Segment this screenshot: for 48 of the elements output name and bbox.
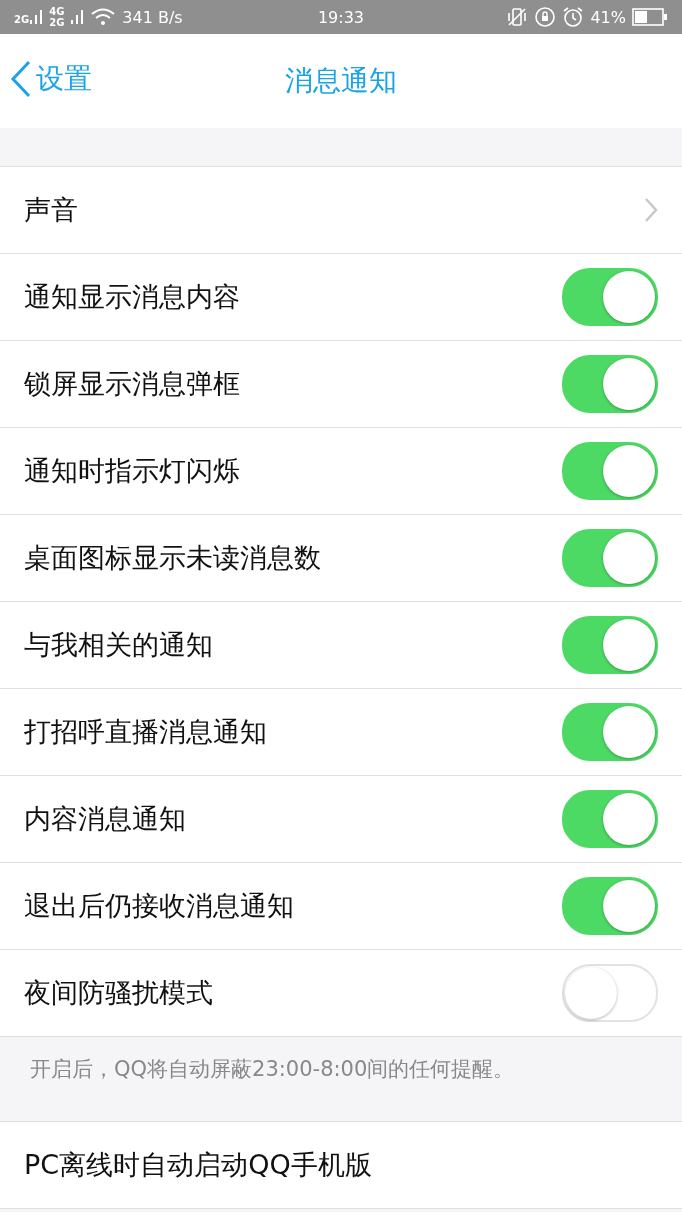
row-label: 锁屏显示消息弹框 (24, 367, 240, 401)
toggle-switch[interactable] (562, 964, 658, 1022)
page-title: 消息通知 (285, 63, 397, 99)
toggle-switch[interactable] (562, 790, 658, 848)
row-label: 退出后仍接收消息通知 (24, 889, 294, 923)
settings-row[interactable]: 与我相关的通知 (0, 602, 682, 689)
toggle-switch[interactable] (562, 442, 658, 500)
network-type: 2G (49, 17, 65, 28)
settings-row[interactable]: 桌面图标显示未读消息数 (0, 515, 682, 602)
network-type: 2G (14, 14, 30, 25)
vibrate-icon (506, 7, 529, 27)
clock: 19:33 (317, 7, 365, 27)
settings-row[interactable]: 声音 (0, 167, 682, 254)
settings-row[interactable]: 打招呼直播消息通知 (0, 689, 682, 776)
alarm-icon (562, 6, 585, 28)
row-label: 桌面图标显示未读消息数 (24, 541, 321, 575)
network-type: 4G (49, 6, 65, 17)
wifi-icon (90, 8, 117, 26)
signal-icon (29, 9, 44, 25)
network-speed: 341 B/s (122, 7, 183, 27)
toggle-switch[interactable] (562, 355, 658, 413)
toggle-switch[interactable] (562, 268, 658, 326)
row-label: 通知显示消息内容 (24, 280, 240, 314)
row-label: 通知时指示灯闪烁 (24, 454, 240, 488)
settings-row[interactable]: 锁屏显示消息弹框 (0, 341, 682, 428)
battery-icon (632, 8, 668, 26)
settings-row[interactable]: 退出后仍接收消息通知 (0, 863, 682, 950)
battery-percent: 41% (590, 7, 626, 27)
settings-row[interactable]: 内容消息通知 (0, 776, 682, 863)
signal-icon (70, 9, 85, 25)
row-label: 与我相关的通知 (24, 628, 213, 662)
settings-row[interactable]: 通知时指示灯闪烁 (0, 428, 682, 515)
hint-text: 开启后，QQ将自动屏蔽23:00-8:00间的任何提醒。 (30, 1056, 515, 1083)
toggle-switch[interactable] (562, 616, 658, 674)
rotation-lock-icon (534, 6, 557, 28)
row-label: 打招呼直播消息通知 (24, 715, 267, 749)
settings-row[interactable]: PC离线时自动启动QQ手机版 (0, 1122, 682, 1209)
toggle-switch[interactable] (562, 703, 658, 761)
settings-row[interactable]: 通知显示消息内容 (0, 254, 682, 341)
toggle-switch[interactable] (562, 877, 658, 935)
back-chevron-icon (10, 60, 32, 98)
row-label: 内容消息通知 (24, 802, 186, 836)
chevron-icon (644, 197, 658, 223)
row-label: PC离线时自动启动QQ手机版 (24, 1148, 372, 1182)
settings-row[interactable]: 夜间防骚扰模式 (0, 950, 682, 1037)
row-label: 声音 (24, 193, 78, 227)
toggle-switch[interactable] (562, 529, 658, 587)
row-label: 夜间防骚扰模式 (24, 976, 213, 1010)
